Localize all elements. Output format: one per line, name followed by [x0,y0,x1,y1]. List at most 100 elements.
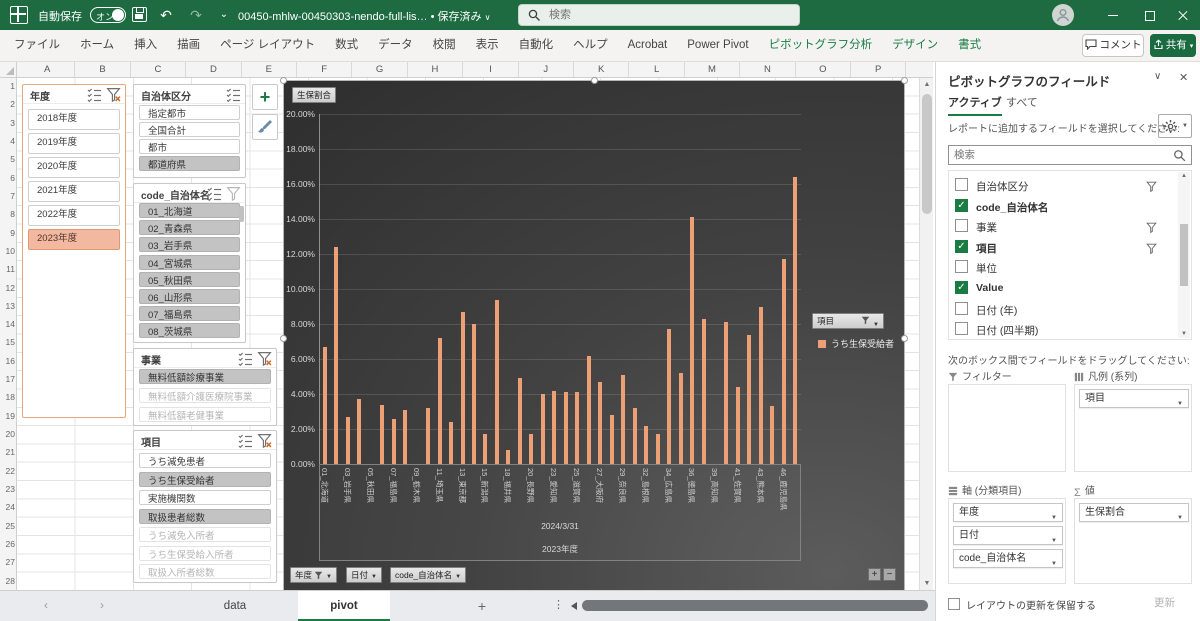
resize-handle[interactable] [901,77,908,84]
ribbon-tab-ピボットグラフ分析[interactable]: ピボットグラフ分析 [759,30,883,62]
ribbon-tab-データ[interactable]: データ [368,30,423,62]
column-header-H[interactable]: H [408,62,463,77]
redo-icon[interactable]: ↷ [186,5,206,25]
share-button[interactable]: 共有 ▾ [1150,34,1196,57]
column-headers[interactable]: ABCDEFGHIJKLMNOP [17,62,933,78]
row-header-28[interactable]: 28 [0,576,15,586]
next-sheet-icon[interactable]: › [100,598,104,612]
slicer-item-05_秋田県[interactable]: 05_秋田県 [139,272,240,287]
minimize-button[interactable] [1096,0,1130,30]
add-sheet-button[interactable]: + [470,591,494,621]
field-list-scrollbar-thumb[interactable] [1180,224,1188,286]
field-search-box[interactable] [948,145,1192,165]
ribbon-tab-自動化[interactable]: 自動化 [509,30,564,62]
row-header-3[interactable]: 3 [0,118,15,128]
ribbon-tab-Power Pivot[interactable]: Power Pivot [677,30,758,62]
field-checkbox[interactable]: ✓ [955,281,968,294]
close-button[interactable] [1166,0,1200,30]
row-header-25[interactable]: 25 [0,521,15,531]
ribbon-tab-校閲[interactable]: 校閲 [423,30,466,62]
zoom-out-button[interactable]: − [883,568,896,581]
field-checkbox[interactable] [955,322,968,335]
chart-elements-button[interactable]: + [252,84,278,110]
clear-filter-icon[interactable] [106,87,121,102]
pivot-chart[interactable]: 0.00%2.00%4.00%6.00%8.00%10.00%12.00%14.… [283,80,905,595]
field-row-日付 (年)[interactable]: 日付 (年) [955,299,1175,320]
field-checkbox[interactable] [955,178,968,191]
field-row-自治体区分[interactable]: 自治体区分 [955,175,1175,196]
row-header-24[interactable]: 24 [0,502,15,512]
column-header-P[interactable]: P [851,62,906,77]
scroll-up-icon[interactable]: ▲ [1178,173,1190,179]
defer-layout-checkbox[interactable] [948,598,960,610]
column-header-C[interactable]: C [131,62,186,77]
chevron-down-icon[interactable]: ∨ [1154,71,1161,82]
zone-item-日付[interactable]: 日付▼ [953,526,1063,545]
vertical-scrollbar-thumb[interactable] [922,94,932,214]
zone-item-生保割合[interactable]: 生保割合▼ [1079,503,1189,522]
undo-icon[interactable]: ↶ [156,5,176,25]
legend-field-button[interactable]: 項目▼ [812,313,884,329]
slicer-item-無料低額診療事業[interactable]: 無料低額診療事業 [139,369,271,384]
slicer-item-取扱入所者総数[interactable]: 取扱入所者総数 [139,564,271,579]
values-zone[interactable]: 生保割合▼ [1074,498,1192,584]
ribbon-tab-数式[interactable]: 数式 [325,30,368,62]
slicer-item-06_山形県[interactable]: 06_山形県 [139,289,240,304]
tab-all[interactable]: すべて [1006,94,1038,110]
sheet-tab-pivot[interactable]: pivot [298,591,390,621]
column-header-E[interactable]: E [242,62,297,77]
funnel-icon[interactable] [226,186,241,201]
slicer-item-03_岩手県[interactable]: 03_岩手県 [139,237,240,252]
column-header-L[interactable]: L [629,62,684,77]
slicer-scrollbar-thumb[interactable] [239,206,244,222]
row-headers[interactable]: 1234567891011121314151617181920212223242… [0,78,17,591]
ribbon-tab-ページ レイアウト[interactable]: ページ レイアウト [210,30,325,62]
slicer-item-02_青森県[interactable]: 02_青森県 [139,220,240,235]
slicer-item-無料低額介護医療院事業[interactable]: 無料低額介護医療院事業 [139,388,271,403]
slicer-item-01_北海道[interactable]: 01_北海道 [139,203,240,218]
resize-handle[interactable] [591,77,598,84]
row-header-17[interactable]: 17 [0,374,15,384]
tools-button[interactable]: ▼ [1158,114,1192,138]
column-header-M[interactable]: M [685,62,740,77]
avatar[interactable] [1052,4,1074,26]
row-header-5[interactable]: 5 [0,154,15,164]
update-button[interactable]: 更新 [1154,595,1175,610]
horizontal-scrollbar-thumb[interactable] [582,600,928,611]
column-header-B[interactable]: B [75,62,130,77]
comments-button[interactable]: コメント [1082,34,1144,57]
sheet-options-icon[interactable]: ⋮ [553,598,565,611]
field-row-項目[interactable]: ✓項目 [955,237,1175,258]
column-header-O[interactable]: O [796,62,851,77]
field-list-scrollbar[interactable]: ▲ ▼ [1178,172,1190,338]
row-header-20[interactable]: 20 [0,429,15,439]
row-header-8[interactable]: 8 [0,209,15,219]
slicer-item-07_福島県[interactable]: 07_福島県 [139,306,240,321]
clear-filter-icon[interactable] [257,351,272,366]
ribbon-tab-Acrobat[interactable]: Acrobat [618,30,678,62]
legend-zone[interactable]: 項目▼ [1074,384,1192,472]
tab-active[interactable]: アクティブ [948,94,1002,116]
select-all-corner[interactable] [0,62,17,78]
row-header-9[interactable]: 9 [0,228,15,238]
row-header-26[interactable]: 26 [0,539,15,549]
slicer-item-2022年度[interactable]: 2022年度 [28,205,120,226]
field-checkbox[interactable] [955,219,968,232]
value-field-button[interactable]: 生保割合 [292,87,336,103]
maximize-button[interactable] [1132,0,1166,30]
slicer-item-取扱患者総数[interactable]: 取扱患者総数 [139,509,271,524]
scroll-down-icon[interactable]: ▼ [1178,331,1190,337]
row-header-12[interactable]: 12 [0,283,15,293]
zoom-in-button[interactable]: + [868,568,881,581]
field-row-Value[interactable]: ✓Value [955,278,1175,299]
slicer-item-指定都市[interactable]: 指定都市 [139,105,240,120]
zone-item-項目[interactable]: 項目▼ [1079,389,1189,408]
chevron-down-icon[interactable]: ▼ [1051,556,1057,573]
multiselect-icon[interactable] [226,87,241,102]
row-header-22[interactable]: 22 [0,466,15,476]
slicer-item-うち生保受給入所者[interactable]: うち生保受給入所者 [139,546,271,561]
autosave-toggle[interactable]: オン [90,7,126,23]
field-checkbox[interactable]: ✓ [955,240,968,253]
prev-sheet-icon[interactable]: ‹ [44,598,48,612]
field-row-単位[interactable]: 単位 [955,257,1175,278]
